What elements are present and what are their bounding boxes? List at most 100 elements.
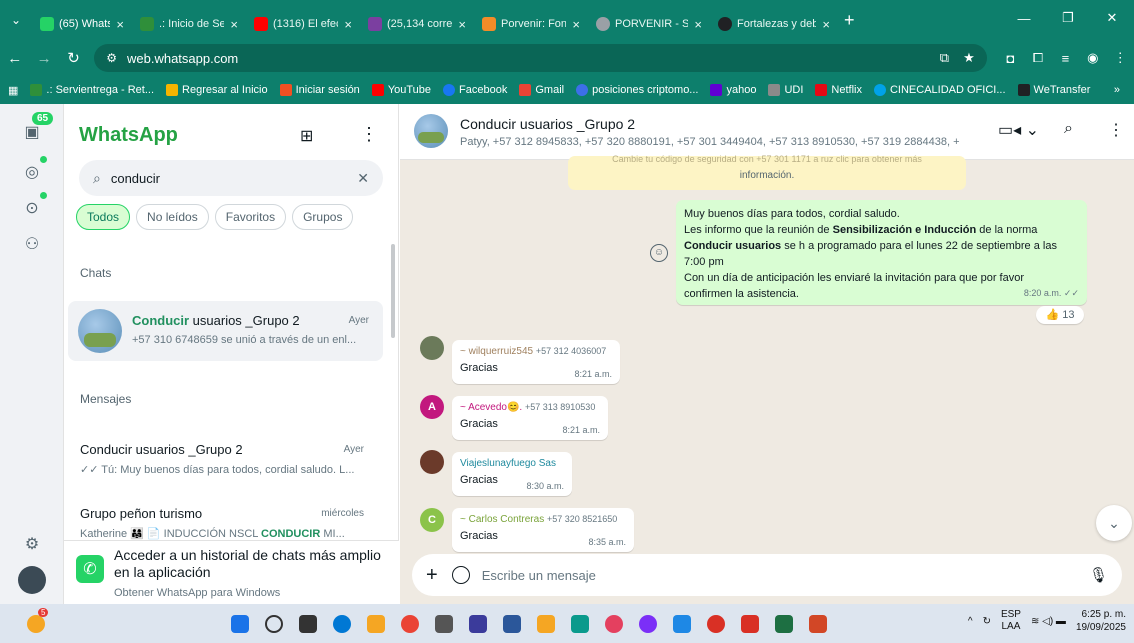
filter-grupos[interactable]: Grupos: [292, 204, 354, 230]
illustrator-icon[interactable]: [530, 608, 562, 640]
file-explorer-icon[interactable]: [360, 608, 392, 640]
tab-porvenir-fondo[interactable]: Porvenir: Fondo ×: [474, 9, 588, 39]
clear-search-icon[interactable]: ✕: [357, 170, 369, 187]
sender-avatar[interactable]: C: [420, 508, 444, 532]
chat-result-item[interactable]: Conducir usuarios _Grupo 2 Ayer +57 310 …: [68, 301, 383, 361]
powerpoint-icon[interactable]: [802, 608, 834, 640]
incoming-message[interactable]: Viajeslunayfuego Sas Gracias 8:30 a.m.: [452, 452, 572, 496]
photoshop-icon[interactable]: [462, 608, 494, 640]
sidebar-menu-icon[interactable]: ⋮: [360, 124, 378, 145]
microphone-icon[interactable]: 🎙: [1089, 566, 1108, 584]
reload-icon[interactable]: ↻: [59, 49, 88, 67]
excel-icon[interactable]: [768, 608, 800, 640]
photos-icon[interactable]: [598, 608, 630, 640]
word-icon[interactable]: [496, 608, 528, 640]
tab-whatsapp[interactable]: (65) WhatsApp ×: [32, 9, 132, 39]
new-tab-icon[interactable]: +: [844, 10, 855, 31]
filter-todos[interactable]: Todos: [76, 204, 131, 230]
wifi-volume-battery-icon[interactable]: ≋ ◁) ▬: [1031, 616, 1066, 627]
extensions-puzzle-icon[interactable]: ⧠: [1024, 50, 1051, 66]
settings-gear-icon[interactable]: ⚙: [18, 530, 46, 558]
calculator-icon[interactable]: [428, 608, 460, 640]
search-messages-icon[interactable]: ⌕: [1064, 120, 1073, 138]
copilot-icon[interactable]: [632, 608, 664, 640]
profile-avatar[interactable]: [18, 566, 46, 594]
teams-icon[interactable]: [666, 608, 698, 640]
tray-app-icon[interactable]: ↻: [983, 616, 991, 627]
message-input[interactable]: Escribe un mensaje: [482, 568, 596, 583]
bookmark-servientrega[interactable]: .: Servientrega - Ret...: [30, 84, 154, 96]
search-field[interactable]: ⌕ conducir ✕: [79, 160, 383, 196]
reading-list-icon[interactable]: ≡: [1052, 51, 1079, 66]
bookmark-wetransfer[interactable]: WeTransfer: [1017, 84, 1090, 96]
extension-icon[interactable]: ◘: [997, 51, 1024, 66]
tab-inicio-sesion[interactable]: .: Inicio de Sesión ×: [132, 9, 246, 39]
bookmark-gmail[interactable]: Gmail: [519, 84, 564, 96]
bookmark-yahoo[interactable]: yahoo: [710, 84, 756, 96]
acrobat-icon[interactable]: [734, 608, 766, 640]
chat-list-scrollbar[interactable]: [391, 244, 395, 338]
bookmark-youtube[interactable]: YouTube: [371, 84, 431, 96]
desktop-app-promo[interactable]: ✆ Acceder a un historial de chats más am…: [64, 540, 399, 604]
forward-icon[interactable]: →: [29, 50, 58, 67]
profile-avatar-icon[interactable]: ◉: [1079, 50, 1106, 66]
incoming-message[interactable]: ~ Carlos Contreras +57 320 8521650 Graci…: [452, 508, 634, 552]
reaction-badge[interactable]: 👍 13: [1036, 306, 1084, 324]
tab-fortalezas[interactable]: Fortalezas y deb ×: [710, 9, 838, 39]
language-indicator[interactable]: ESP LAA: [1001, 609, 1021, 633]
outgoing-message[interactable]: Muy buenos días para todos, cordial salu…: [676, 200, 1087, 305]
emoji-icon[interactable]: [451, 566, 470, 584]
address-bar[interactable]: ⚙ web.whatsapp.com ⧉ ★: [94, 44, 987, 72]
bookmark-regresar[interactable]: Regresar al Inicio: [166, 84, 268, 96]
clock[interactable]: 6:25 p. m. 19/09/2025: [1076, 608, 1126, 634]
bookmark-star-icon[interactable]: ★: [963, 50, 975, 66]
filter-favoritos[interactable]: Favoritos: [214, 204, 287, 230]
new-chat-icon[interactable]: ⊞: [300, 126, 313, 146]
edge-icon[interactable]: [326, 608, 358, 640]
apps-grid-icon[interactable]: ▦: [8, 84, 18, 97]
message-result-item[interactable]: Conducir usuarios _Grupo 2 Ayer ✓✓ Tú: M…: [80, 442, 364, 476]
bookmark-iniciar-sesion[interactable]: Iniciar sesión: [279, 84, 360, 96]
chrome-icon[interactable]: [394, 608, 426, 640]
filter-no-leidos[interactable]: No leídos: [136, 204, 209, 230]
message-result-item[interactable]: Grupo peñon turismo miércoles Katherine …: [80, 506, 364, 540]
minimize-icon[interactable]: —: [1002, 11, 1046, 26]
scroll-down-button[interactable]: ⌄: [1096, 505, 1132, 541]
sender-avatar[interactable]: [420, 450, 444, 474]
bookmark-udi[interactable]: UDI: [768, 84, 803, 96]
react-emoji-icon[interactable]: ☺: [650, 244, 668, 262]
bookmark-netflix[interactable]: Netflix: [815, 84, 862, 96]
communities-nav-icon[interactable]: ⚇: [18, 230, 46, 258]
browser-menu-icon[interactable]: ⋮: [1107, 50, 1134, 66]
incoming-message[interactable]: ~ Acevedo😊. +57 313 8910530 Gracias 8:21…: [452, 396, 608, 440]
close-window-icon[interactable]: ✕: [1090, 10, 1134, 26]
tab-search-icon[interactable]: ⌄: [0, 13, 32, 27]
start-windows-icon[interactable]: [224, 608, 256, 640]
tab-mail[interactable]: (25,134 correos ×: [360, 9, 474, 39]
tab-close-icon[interactable]: ×: [230, 17, 238, 32]
task-view-icon[interactable]: [292, 608, 324, 640]
tab-close-icon[interactable]: ×: [458, 17, 466, 32]
store-icon[interactable]: [564, 608, 596, 640]
incoming-message[interactable]: ~ wilquerruiz545 +57 312 4036007 Gracias…: [452, 340, 620, 384]
tab-close-icon[interactable]: ×: [572, 17, 580, 32]
taskbar-search-icon[interactable]: [258, 608, 290, 640]
conversation-header[interactable]: Conducir usuarios _Grupo 2 Patyy, +57 31…: [400, 104, 1134, 160]
tray-overflow-icon[interactable]: ^: [968, 616, 973, 627]
tab-youtube[interactable]: (1316) El efecto ×: [246, 9, 360, 39]
tab-close-icon[interactable]: ×: [116, 17, 124, 32]
sender-avatar[interactable]: [420, 336, 444, 360]
tab-close-icon[interactable]: ×: [344, 17, 352, 32]
chrome-profile-icon[interactable]: [700, 608, 732, 640]
bookmark-cinecalidad[interactable]: CINECALIDAD OFICI...: [873, 84, 1006, 96]
conversation-menu-icon[interactable]: ⋮: [1108, 120, 1124, 140]
tab-close-icon[interactable]: ×: [694, 17, 702, 32]
tab-close-icon[interactable]: ×: [822, 17, 830, 32]
bookmark-facebook[interactable]: Facebook: [443, 84, 507, 96]
tab-porvenir-suc[interactable]: PORVENIR - SUC ×: [588, 9, 710, 39]
weather-widget-icon[interactable]: 5: [20, 607, 52, 640]
restore-icon[interactable]: ❐: [1046, 10, 1090, 26]
back-icon[interactable]: ←: [0, 50, 29, 67]
install-app-icon[interactable]: ⧉: [940, 50, 949, 66]
search-input[interactable]: conducir: [111, 171, 160, 186]
